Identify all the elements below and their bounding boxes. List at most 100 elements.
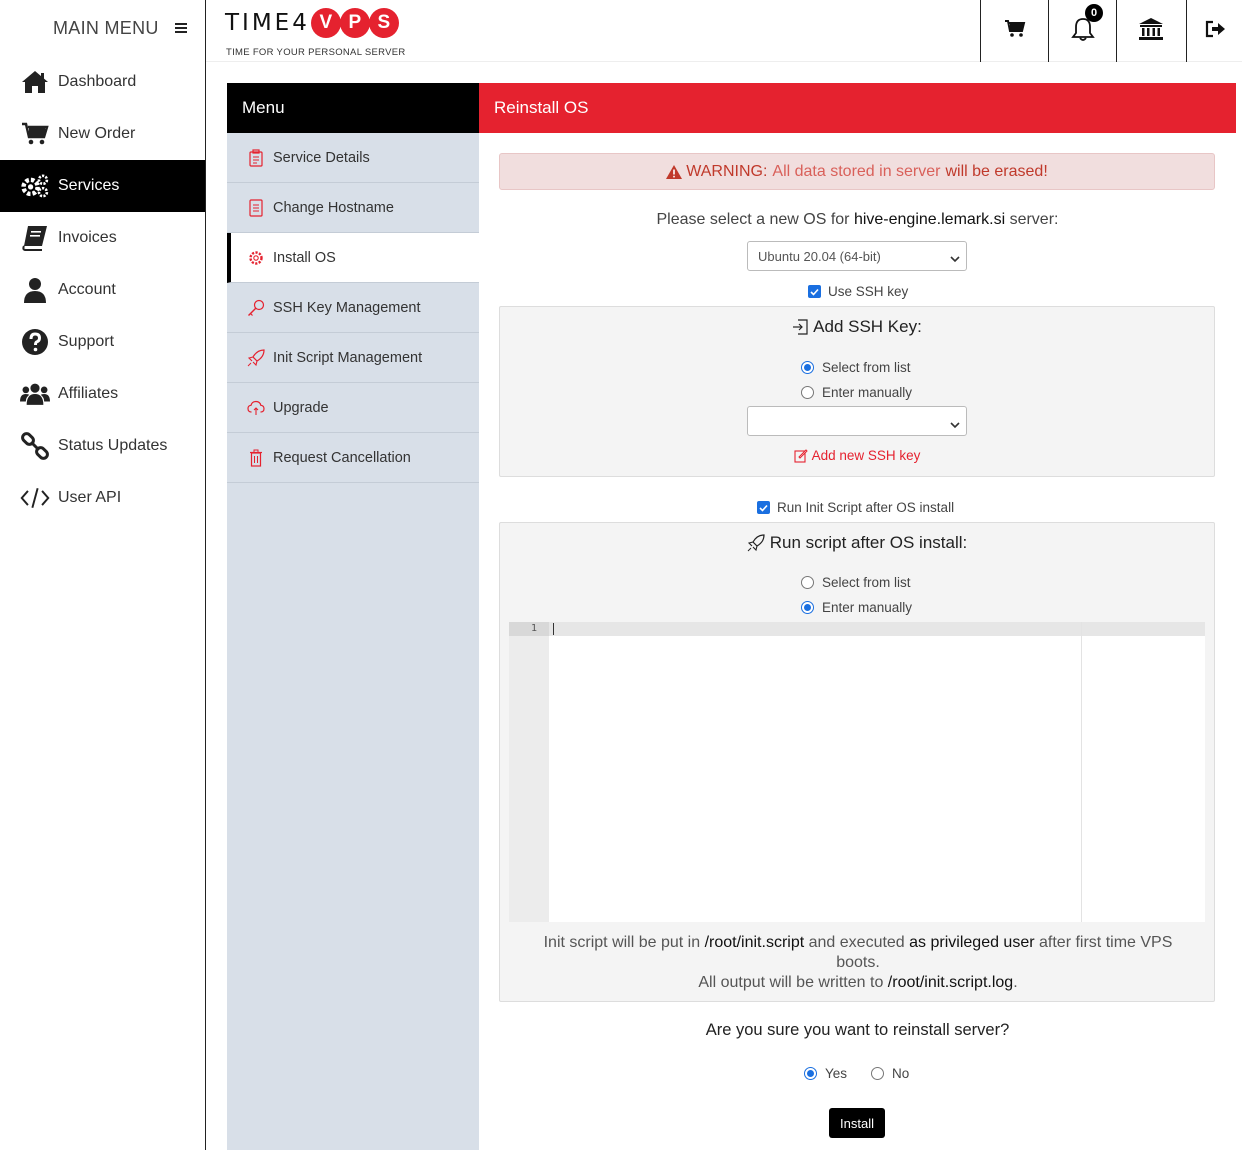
cart-icon <box>1004 19 1026 44</box>
init-script-box: Run script after OS install: Select from… <box>499 522 1215 1002</box>
os-selected-value: Ubuntu 20.04 (64-bit) <box>758 248 881 264</box>
service-menu-title: Menu <box>227 83 479 133</box>
checkbox-checked[interactable] <box>808 285 821 298</box>
sidebar-item-new-order[interactable]: New Order <box>0 108 205 160</box>
radio-selected[interactable] <box>804 1067 817 1080</box>
add-new-ssh-key-label: Add new SSH key <box>811 448 921 463</box>
logo-letter: S <box>368 8 399 38</box>
menu-item-label: Install OS <box>273 249 336 266</box>
reinstall-os-panel: Reinstall OS WARNING: All data stored in… <box>479 83 1236 1150</box>
home-icon <box>20 68 50 96</box>
menu-item-label: Init Script Management <box>273 349 423 366</box>
note-text: All output will be written to <box>698 974 884 991</box>
init-script-editor[interactable]: 1 <box>509 622 1205 922</box>
sidebar-item-status-updates[interactable]: Status Updates <box>0 420 205 472</box>
hamburger-icon[interactable] <box>174 23 187 33</box>
sidebar-item-support[interactable]: Support <box>0 316 205 368</box>
sidebar-item-user-api[interactable]: User API <box>0 472 205 524</box>
sidebar-item-services[interactable]: Services <box>0 160 205 212</box>
os-select-prompt: Please select a new OS for hive-engine.l… <box>479 211 1236 229</box>
add-new-ssh-key-link[interactable]: Add new SSH key <box>500 448 1214 463</box>
ssh-key-select[interactable] <box>747 406 967 436</box>
gears-icon <box>20 172 50 200</box>
sidebar-item-label: Support <box>58 333 115 350</box>
radio-label: Yes <box>825 1066 848 1081</box>
sidebar-item-affiliates[interactable]: Affiliates <box>0 368 205 420</box>
script-enter-manually-radio[interactable]: Enter manually <box>801 600 912 615</box>
note-strong: as privileged user <box>909 934 1035 951</box>
editor-active-line <box>509 622 1205 636</box>
menu-item-install-os[interactable]: Install OS <box>227 233 479 283</box>
init-script-note: Init script will be put in /root/init.sc… <box>520 933 1196 993</box>
sidebar-item-account[interactable]: Account <box>0 264 205 316</box>
logo-letter: P <box>339 8 370 38</box>
menu-item-service-details[interactable]: Service Details <box>227 133 479 183</box>
bank-icon <box>1138 17 1164 46</box>
sidebar-item-invoices[interactable]: Invoices <box>0 212 205 264</box>
init-script-title-text: Run script after OS install: <box>769 533 968 552</box>
link-icon <box>20 432 50 460</box>
ssh-enter-manually-radio[interactable]: Enter manually <box>801 385 912 400</box>
confirm-yes-radio[interactable]: Yes <box>804 1066 847 1081</box>
warning-alert: WARNING: All data stored in server will … <box>499 153 1215 190</box>
menu-item-label: Change Hostname <box>273 199 394 216</box>
script-select-from-list-radio[interactable]: Select from list <box>801 575 911 590</box>
run-init-script-checkbox[interactable]: Run Init Script after OS install <box>757 500 954 515</box>
clipboard-icon <box>247 148 265 167</box>
sidebar-item-label: Account <box>58 281 116 298</box>
sidebar-item-label: Services <box>58 177 120 194</box>
checkbox-checked[interactable] <box>757 501 770 514</box>
menu-item-change-hostname[interactable]: Change Hostname <box>227 183 479 233</box>
radio-unselected[interactable] <box>801 576 814 589</box>
sidebar-item-label: Dashboard <box>58 73 137 90</box>
main-sidebar: MAIN MENU Dashboard New Order Services I… <box>0 0 206 1150</box>
logout-icon <box>1204 19 1226 44</box>
menu-item-upgrade[interactable]: Upgrade <box>227 383 479 433</box>
sidebar-item-label: User API <box>58 489 122 506</box>
menu-item-init-script-management[interactable]: Init Script Management <box>227 333 479 383</box>
radio-unselected[interactable] <box>871 1067 884 1080</box>
os-select[interactable]: Ubuntu 20.04 (64-bit) <box>747 241 967 271</box>
ssh-select-from-list-radio[interactable]: Select from list <box>801 360 911 375</box>
book-icon <box>20 224 50 252</box>
note-path: /root/init.script <box>704 934 805 951</box>
main-menu-header[interactable]: MAIN MENU <box>0 0 205 56</box>
logo[interactable]: TIME4 V P S TIME FOR YOUR PERSONAL SERVE… <box>225 5 425 61</box>
main-menu-title: MAIN MENU <box>53 17 159 38</box>
panel-title: Reinstall OS <box>479 83 1236 133</box>
use-ssh-key-checkbox[interactable]: Use SSH key <box>808 284 908 299</box>
notifications-button[interactable]: 0 <box>1048 0 1116 62</box>
menu-item-ssh-key-management[interactable]: SSH Key Management <box>227 283 479 333</box>
confirm-no-radio[interactable]: No <box>871 1066 909 1081</box>
menu-item-request-cancellation[interactable]: Request Cancellation <box>227 433 479 483</box>
use-ssh-key-label: Use SSH key <box>828 284 909 299</box>
radio-selected[interactable] <box>801 361 814 374</box>
menu-item-label: Service Details <box>273 149 370 166</box>
user-icon <box>20 276 50 304</box>
sidebar-item-label: Invoices <box>58 229 117 246</box>
logo-text: TIME4 <box>225 10 310 36</box>
logo-letter: V <box>310 8 341 38</box>
ssh-key-box-title: Add SSH Key: <box>500 317 1214 337</box>
trash-icon <box>247 449 265 467</box>
sidebar-item-label: Affiliates <box>58 385 119 402</box>
sidebar-item-dashboard[interactable]: Dashboard <box>0 56 205 108</box>
install-button[interactable]: Install <box>829 1108 885 1138</box>
billing-button[interactable] <box>1116 0 1184 62</box>
cart-button[interactable] <box>980 0 1048 62</box>
chevron-down-icon <box>950 416 960 434</box>
note-text: Init script will be put in <box>543 934 701 951</box>
logo-tagline: TIME FOR YOUR PERSONAL SERVER <box>226 47 406 58</box>
cloud-icon <box>247 400 265 416</box>
sidebar-item-label: Status Updates <box>58 437 168 454</box>
radio-unselected[interactable] <box>801 386 814 399</box>
warning-strong: will be erased! <box>945 162 1048 180</box>
note-period: . <box>1013 974 1018 991</box>
radio-selected[interactable] <box>801 601 814 614</box>
confirm-question: Are you sure you want to reinstall serve… <box>705 1021 1010 1039</box>
menu-item-label: Request Cancellation <box>273 449 411 466</box>
code-icon <box>20 484 50 512</box>
init-script-box-title: Run script after OS install: <box>500 533 1214 553</box>
menu-item-label: Upgrade <box>273 399 329 416</box>
logout-button[interactable] <box>1186 0 1242 62</box>
